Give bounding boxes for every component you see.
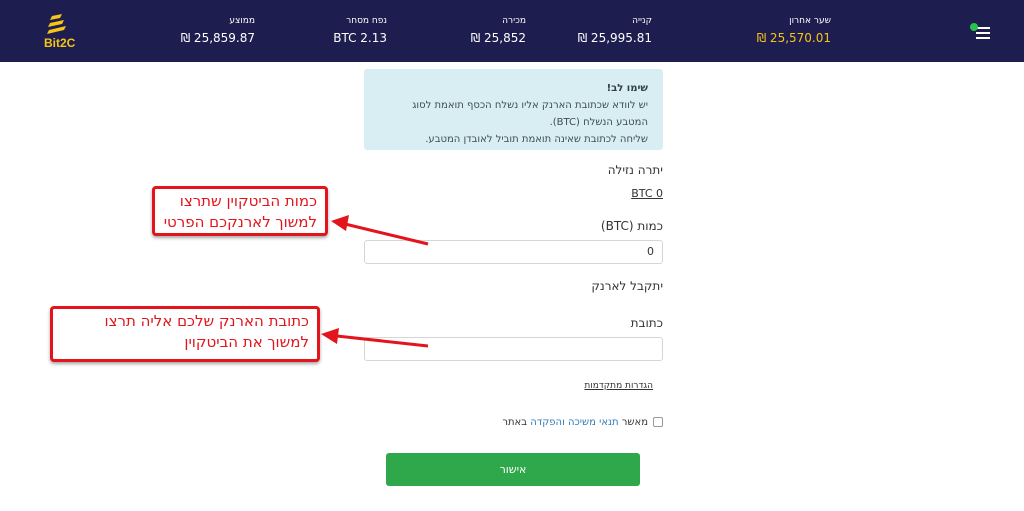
stat-value: ₪ 25,570.01 [756,31,831,45]
terms-checkbox[interactable] [653,417,663,427]
stat-value: ₪ 25,859.87 [180,31,255,45]
menu-line [976,27,990,29]
advanced-settings-link[interactable]: הגדרות מתקדמות [480,381,653,391]
annotation-text: למשוך לארנקכם הפרטי [163,213,317,231]
logo-text: Bit2C [44,36,76,50]
stat-value: ₪ 25,852 [470,31,526,45]
amount-label: כמות (BTC) [600,219,663,233]
hamburger-menu-icon[interactable] [970,22,994,42]
annotation-text: כתובת הארנק שלכם אליה תרצו [104,312,309,330]
annotation-text: כמות הביטקוין שתרצו [179,192,317,210]
confirm-button[interactable]: אישור [386,453,640,486]
address-input[interactable] [364,337,663,361]
wallet-heading: יתקבל לארנק [591,279,663,293]
stat-last-price: שער אחרון ₪ 25,570.01 [711,16,831,45]
available-balance-label: יתרה נזילה [607,163,663,177]
available-balance-value[interactable]: BTC 0 [560,187,663,200]
notice-line: יש לוודא שכתובת הארנק אליו נשלח הכסף תוא… [412,100,648,111]
annotation-address: כתובת הארנק שלכם אליה תרצו למשוך את הביט… [50,306,320,362]
stat-label: מכירה [502,16,526,26]
stat-volume: נפח מסחר BTC 2.13 [267,16,387,45]
stat-label: קנייה [632,16,652,26]
notice-title: שימו לב! [606,83,648,94]
warning-notice: שימו לב! יש לוודא שכתובת הארנק אליו נשלח… [364,69,663,150]
menu-line [976,37,990,39]
notice-line: שליחה לכתובת שאינה תואמת תוביל לאובדן המ… [425,134,648,145]
stat-average: ממוצע ₪ 25,859.87 [135,16,255,45]
stat-value: ₪ 25,995.81 [577,31,652,45]
notice-line: המטבע הנשלח (BTC). [549,117,648,128]
terms-row: מאשר תנאי משיכה והפקדה באתר [420,417,663,428]
annotation-text: למשוך את הביטקוין [184,333,309,351]
stat-sell: מכירה ₪ 25,852 [406,16,526,45]
top-bar: Bit2C שער אחרון ₪ 25,570.01 קנייה ₪ 25,9… [0,0,1024,62]
address-label: כתובת [630,316,663,330]
terms-prefix: מאשר [621,417,648,428]
stat-label: שער אחרון [789,16,831,26]
menu-line [976,32,990,34]
stat-label: נפח מסחר [346,16,387,26]
annotation-amount: כמות הביטקוין שתרצו למשוך לארנקכם הפרטי [152,186,328,236]
terms-link[interactable]: תנאי משיכה והפקדה [530,417,618,428]
stat-value: BTC 2.13 [333,31,387,45]
stat-buy: קנייה ₪ 25,995.81 [532,16,652,45]
stat-label: ממוצע [229,16,255,26]
online-status-dot-icon [970,23,978,31]
amount-input[interactable]: 0 [364,240,663,264]
terms-suffix: באתר [502,417,528,428]
